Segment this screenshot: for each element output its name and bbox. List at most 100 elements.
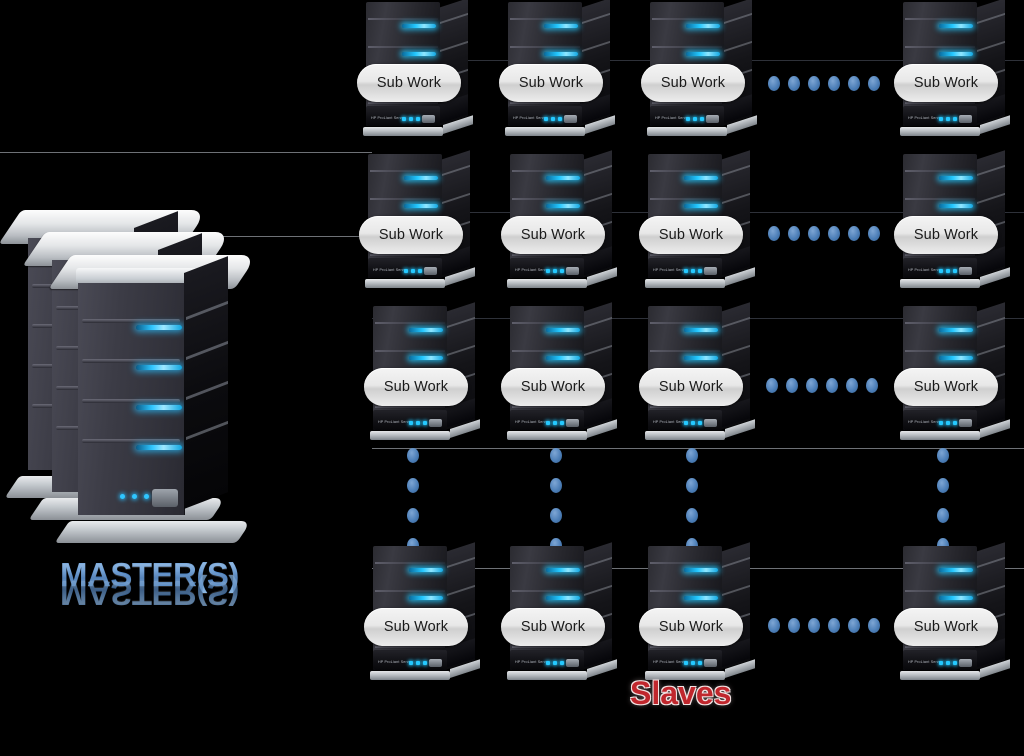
status-led [546, 596, 580, 600]
rack-plinth [505, 127, 585, 136]
slave-node-r2c1[interactable]: HP ProLiant Server Sub Work [359, 150, 476, 294]
power-led-group [120, 494, 149, 499]
rack-plinth [363, 127, 443, 136]
rack-led-group [544, 117, 562, 121]
slave-node-r3c1[interactable]: HP ProLiant Server Sub Work [364, 302, 481, 446]
sub-work-badge[interactable]: Sub Work [357, 64, 461, 102]
slave-node-r3c3[interactable]: HP ProLiant Server Sub Work [639, 302, 756, 446]
slave-node-r3c2[interactable]: HP ProLiant Server Sub Work [501, 302, 618, 446]
rack-brand-text: HP ProLiant Server [908, 420, 943, 424]
slave-node-r2c3[interactable]: HP ProLiant Server Sub Work [639, 150, 756, 294]
slave-node-r2c2[interactable]: HP ProLiant Server Sub Work [501, 150, 618, 294]
rack-brand-text: HP ProLiant Server [653, 660, 688, 664]
sub-work-badge[interactable]: Sub Work [364, 608, 468, 646]
rack-led-group [939, 269, 957, 273]
status-led [402, 52, 436, 56]
status-led [546, 356, 580, 360]
rack-led-group [409, 661, 427, 665]
status-led [136, 445, 182, 450]
rack-led-group [684, 269, 702, 273]
rack-brand-text: HP ProLiant Server [515, 660, 550, 664]
rack-drive-bay [959, 419, 972, 427]
sub-work-badge[interactable]: Sub Work [501, 608, 605, 646]
rack-led-group [684, 421, 702, 425]
rack-plinth [900, 431, 980, 440]
slave-node-r1c1[interactable]: HP ProLiant Server Sub Work [357, 0, 474, 142]
sub-work-badge[interactable]: Sub Work [499, 64, 603, 102]
slave-node-r4c2[interactable]: HP ProLiant Server Sub Work [501, 542, 618, 686]
column-ellipsis-1 [407, 448, 419, 553]
master-server-tower-1[interactable] [48, 255, 258, 543]
status-led [544, 52, 578, 56]
status-led [939, 24, 973, 28]
rack-brand-text: HP ProLiant Server [515, 420, 550, 424]
sub-work-badge[interactable]: Sub Work [639, 608, 743, 646]
status-led [939, 328, 973, 332]
rack-led-group [939, 661, 957, 665]
rack-brand-text: HP ProLiant Server [908, 268, 943, 272]
sub-work-badge[interactable]: Sub Work [639, 368, 743, 406]
rack-plinth [507, 671, 587, 680]
diagram-canvas: MASTER(S) MASTER(S) HP ProLiant Server S… [0, 0, 1024, 756]
slave-node-r3c4[interactable]: HP ProLiant Server Sub Work [894, 302, 1011, 446]
rack-drive-bay [566, 659, 579, 667]
rack-drive-bay [704, 419, 717, 427]
rack-plinth [900, 127, 980, 136]
sub-work-badge[interactable]: Sub Work [894, 64, 998, 102]
slave-node-r2c4[interactable]: HP ProLiant Server Sub Work [894, 150, 1011, 294]
sub-work-badge[interactable]: Sub Work [894, 216, 998, 254]
sub-work-badge[interactable]: Sub Work [894, 368, 998, 406]
sub-work-badge[interactable]: Sub Work [641, 64, 745, 102]
column-ellipsis-2 [550, 448, 562, 553]
sub-work-badge[interactable]: Sub Work [501, 368, 605, 406]
rack-drive-bay [564, 115, 577, 123]
master-label-group: MASTER(S) MASTER(S) [60, 556, 300, 626]
rack-drive-bay [959, 267, 972, 275]
rack-brand-text: HP ProLiant Server [378, 420, 413, 424]
slave-node-r4c1[interactable]: HP ProLiant Server Sub Work [364, 542, 481, 686]
rack-plinth [647, 127, 727, 136]
sub-work-badge[interactable]: Sub Work [359, 216, 463, 254]
master-server-group[interactable] [0, 210, 308, 556]
master-label-reflection: MASTER(S) [60, 575, 239, 612]
rack-brand-text: HP ProLiant Server [515, 268, 550, 272]
row-ellipsis-4 [768, 618, 880, 633]
rack-drive-bay [429, 659, 442, 667]
optical-drive-bay [152, 489, 178, 507]
rack-plinth [370, 431, 450, 440]
row-ellipsis-2 [768, 226, 880, 241]
slave-node-r1c3[interactable]: HP ProLiant Server Sub Work [641, 0, 758, 142]
rack-led-group [402, 117, 420, 121]
rack-drive-bay [429, 419, 442, 427]
slave-node-r4c3[interactable]: HP ProLiant Server Sub Work [639, 542, 756, 686]
status-led [136, 405, 182, 410]
rack-plinth [645, 431, 725, 440]
status-led [939, 52, 973, 56]
status-led [686, 52, 720, 56]
rack-drive-bay [422, 115, 435, 123]
slave-node-r4c4[interactable]: HP ProLiant Server Sub Work [894, 542, 1011, 686]
rack-brand-text: HP ProLiant Server [371, 116, 406, 120]
slave-node-r1c2[interactable]: HP ProLiant Server Sub Work [499, 0, 616, 142]
slave-node-r1c4[interactable]: HP ProLiant Server Sub Work [894, 0, 1011, 142]
tower-base [54, 521, 252, 543]
rack-brand-text: HP ProLiant Server [513, 116, 548, 120]
status-led [136, 325, 182, 330]
sub-work-badge[interactable]: Sub Work [364, 368, 468, 406]
sub-work-badge[interactable]: Sub Work [894, 608, 998, 646]
rack-plinth [900, 671, 980, 680]
rack-led-group [546, 421, 564, 425]
rack-brand-text: HP ProLiant Server [908, 116, 943, 120]
rack-led-group [939, 117, 957, 121]
row-ellipsis-1 [768, 76, 880, 91]
rack-brand-text: HP ProLiant Server [653, 420, 688, 424]
rack-drive-bay [959, 659, 972, 667]
rack-drive-bay [959, 115, 972, 123]
sub-work-badge[interactable]: Sub Work [639, 216, 743, 254]
rack-brand-text: HP ProLiant Server [908, 660, 943, 664]
status-led [939, 356, 973, 360]
rack-plinth [370, 671, 450, 680]
rack-plinth [645, 279, 725, 288]
status-led [544, 24, 578, 28]
sub-work-badge[interactable]: Sub Work [501, 216, 605, 254]
